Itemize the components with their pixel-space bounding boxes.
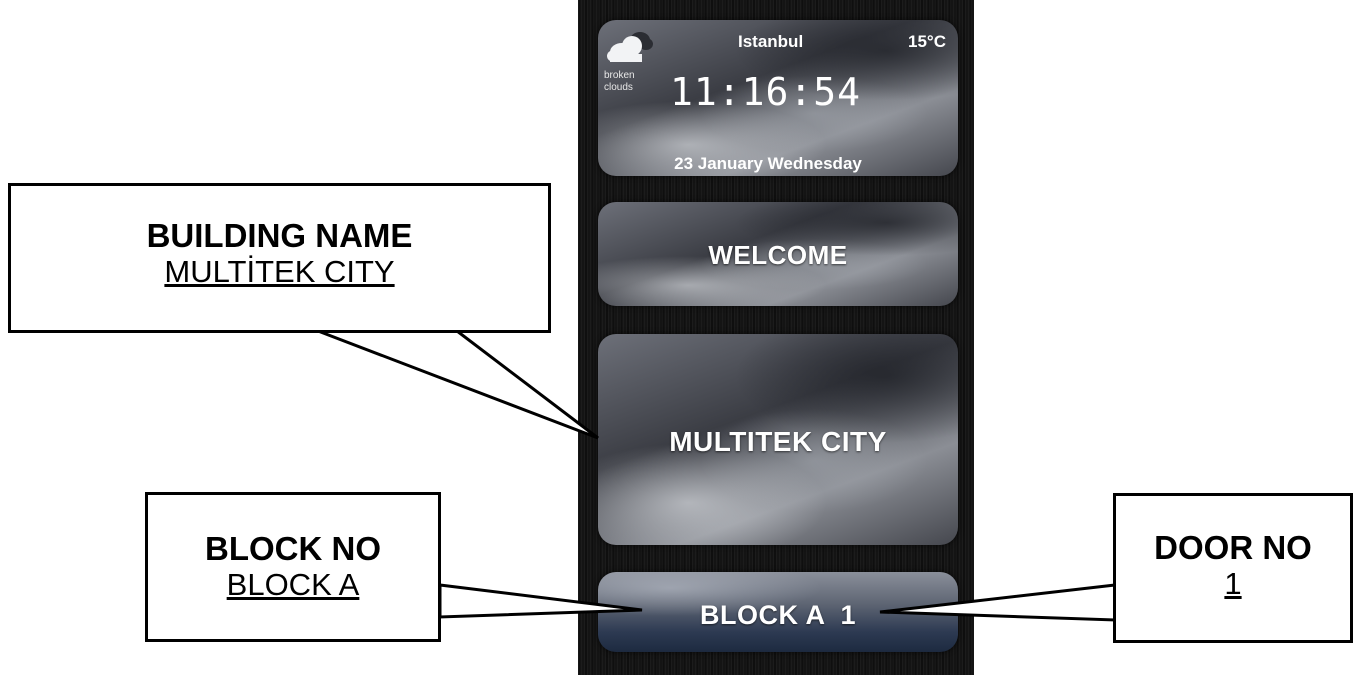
welcome-card: WELCOME	[598, 202, 958, 306]
building-name: MULTITEK CITY	[669, 426, 887, 457]
weather-card: broken clouds Istanbul 15°C 11:16:54 23 …	[598, 20, 958, 176]
door-no-callout-heading: DOOR NO	[1154, 529, 1312, 566]
clock-time: 11:16:54	[670, 70, 862, 114]
welcome-text: WELCOME	[708, 240, 848, 270]
building-name-callout-heading: BUILDING NAME	[146, 217, 413, 254]
device-screen: broken clouds Istanbul 15°C 11:16:54 23 …	[578, 0, 974, 675]
building-name-callout-value: MULTİTEK CITY	[164, 254, 395, 289]
building-card[interactable]: MULTITEK CITY	[598, 334, 958, 545]
weather-description-line2: clouds	[604, 82, 633, 93]
door-no-callout: DOOR NO 1	[1113, 493, 1353, 643]
city-name: Istanbul	[738, 32, 804, 51]
date-text: 23 January Wednesday	[674, 154, 862, 173]
door-no-callout-value: 1	[1224, 566, 1242, 601]
building-name-callout: BUILDING NAME MULTİTEK CITY	[8, 183, 551, 333]
temperature: 15°C	[908, 32, 946, 51]
weather-description-line1: broken	[604, 70, 635, 81]
block-no-callout-heading: BLOCK NO	[205, 530, 381, 567]
broken-clouds-icon	[607, 32, 653, 62]
block-door-card[interactable]: BLOCK A 1	[598, 572, 958, 652]
block-no-callout: BLOCK NO BLOCK A	[145, 492, 441, 642]
weather-description: broken clouds	[604, 70, 652, 94]
block-door-text: BLOCK A 1	[699, 600, 856, 630]
block-no-callout-value: BLOCK A	[226, 567, 360, 602]
